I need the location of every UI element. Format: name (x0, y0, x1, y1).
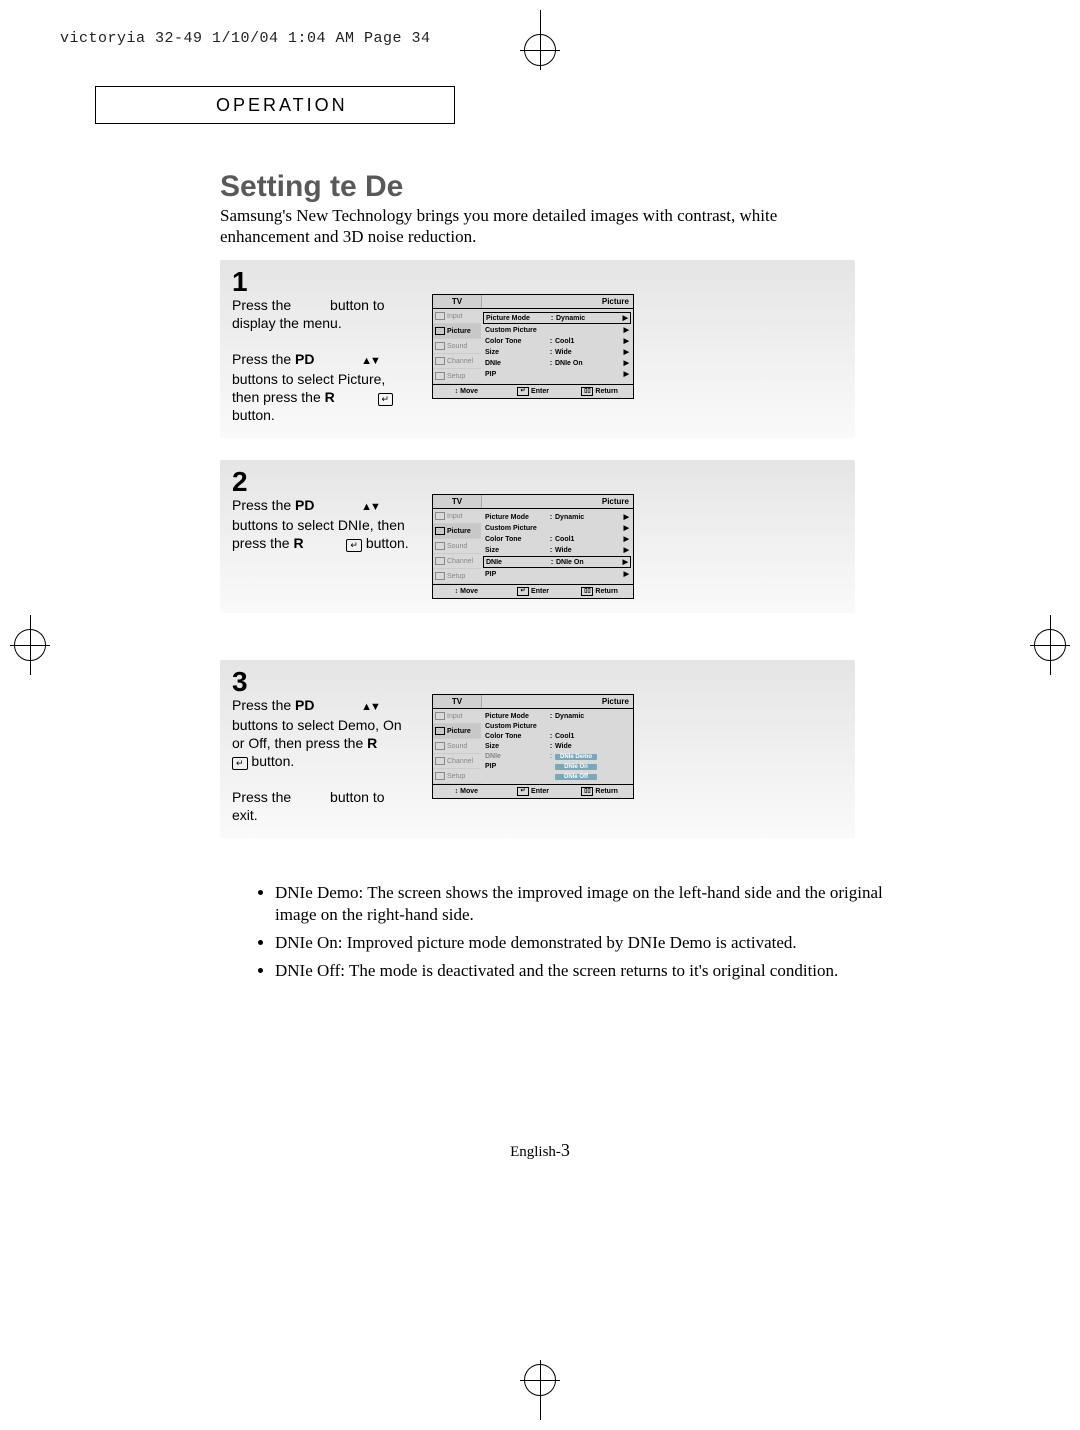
step-text: Press the PD ▲▼ buttons to select Demo, … (232, 694, 412, 824)
crop-mark-bottom (520, 1360, 560, 1400)
tab-picture: Picture (433, 324, 481, 339)
crop-mark-left (10, 625, 50, 665)
step-number: 1 (232, 270, 843, 294)
step-2: 2 Press the PD ▲▼ buttons to select DNIe… (220, 460, 855, 613)
step-text: Press the button to display the menu. Pr… (232, 294, 412, 424)
tv-osd-3: TVPicture Input Picture Sound Channel Se… (432, 694, 634, 799)
tv-osd-1: TVPicture Input Picture Sound Channel Se… (432, 294, 634, 399)
tab-setup: Setup (433, 369, 481, 384)
page-number: English-3 (0, 1140, 1080, 1161)
list-item: DNIe Demo: The screen shows the improved… (275, 882, 915, 926)
tv-osd-2: TVPicture Input Picture Sound Channel Se… (432, 494, 634, 599)
step-3: 3 Press the PD ▲▼ buttons to select Demo… (220, 660, 855, 838)
list-item: DNIe Off: The mode is deactivated and th… (275, 960, 915, 982)
crop-mark-top (520, 30, 560, 70)
tab-channel: Channel (433, 354, 481, 369)
list-item: DNIe On: Improved picture mode demonstra… (275, 932, 915, 954)
step-1: 1 Press the button to display the menu. … (220, 260, 855, 438)
page: victoryia 32-49 1/10/04 1:04 AM Page 34 … (0, 0, 1080, 1430)
tab-sound: Sound (433, 339, 481, 354)
print-header: victoryia 32-49 1/10/04 1:04 AM Page 34 (60, 30, 431, 47)
page-title: Setting te De (220, 170, 403, 204)
step-number: 3 (232, 670, 843, 694)
section-label: OPERATION (95, 86, 455, 124)
step-number: 2 (232, 470, 843, 494)
notes-list: DNIe Demo: The screen shows the improved… (235, 882, 915, 988)
intro-text: Samsung's New Technology brings you more… (220, 205, 860, 247)
crop-mark-right (1030, 625, 1070, 665)
tab-input: Input (433, 309, 481, 324)
step-text: Press the PD ▲▼ buttons to select DNIe, … (232, 494, 412, 552)
